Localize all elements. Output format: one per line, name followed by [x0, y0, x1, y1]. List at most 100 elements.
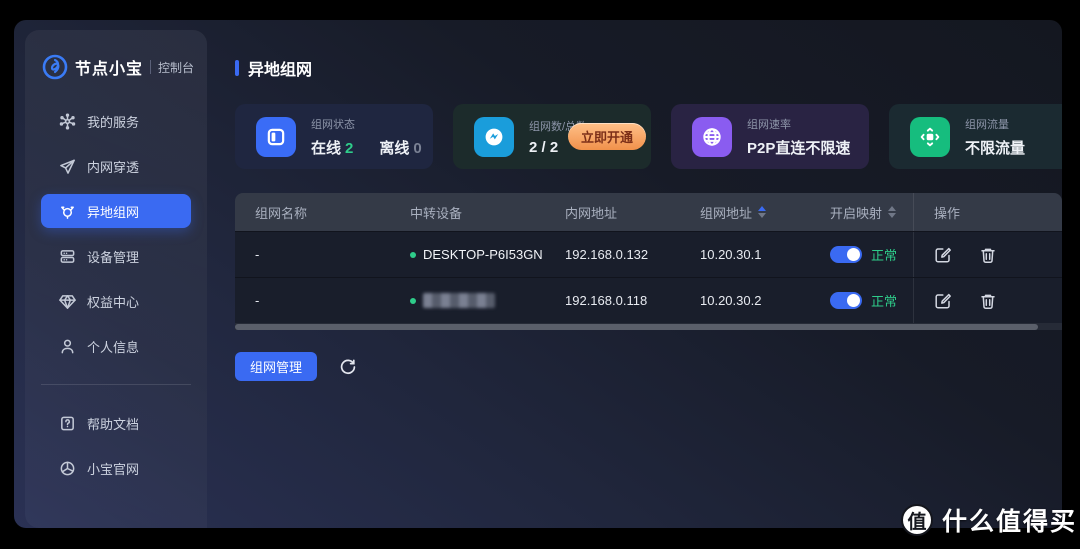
sidebar-item-personal-info[interactable]: 个人信息	[41, 329, 191, 363]
card-label: 组网状态	[311, 118, 355, 131]
cell-mapping: 正常	[810, 232, 913, 277]
help-doc-icon	[61, 416, 74, 430]
col-header-relay-device: 中转设备	[410, 205, 463, 221]
console-label: 控制台	[158, 60, 195, 75]
offline-count: 0	[413, 139, 422, 157]
col-header-network-address: 组网地址	[680, 193, 810, 231]
cell-mapping: 正常	[810, 278, 913, 323]
main-content: 异地组网 组网状态 在线 2 离线 0 组网数/总数 2 / 2 立即开通 组网…	[235, 20, 1062, 528]
network-table: 组网名称 中转设备 内网地址 组网地址 开启映射 操作 - DESKTOP-P6…	[235, 193, 1062, 330]
card-label: 组网速率	[747, 118, 791, 131]
brand-knot-logo-icon	[42, 54, 68, 80]
smzdm-logo-icon: 值	[901, 504, 933, 536]
manage-network-button[interactable]: 组网管理	[235, 352, 318, 381]
card-network-traffic: 组网流量 不限流量	[889, 104, 1062, 169]
col-header-actions: 操作	[913, 193, 1062, 231]
globe-speed-icon	[692, 116, 732, 157]
sidebar: 节点小宝 控制台 我的服务 内网穿透 异地组网 设备管理 权益中心 个人信息 帮…	[25, 30, 207, 528]
horizontal-scrollbar	[235, 323, 1062, 330]
server-stack-icon	[60, 249, 75, 263]
card-value: P2P直连不限速	[747, 139, 851, 157]
sidebar-item-label: 内网穿透	[87, 159, 140, 175]
online-label: 在线	[311, 139, 342, 157]
move-traffic-icon	[910, 116, 950, 157]
title-accent-bar	[235, 60, 239, 76]
card-network-speed: 组网速率 P2P直连不限速	[671, 104, 869, 169]
sidebar-item-label: 帮助文档	[87, 416, 140, 432]
brand-header: 节点小宝 控制台	[25, 30, 207, 80]
cell-actions	[913, 232, 1062, 277]
sort-control-mapping[interactable]	[888, 206, 897, 218]
delete-button[interactable]	[979, 246, 997, 264]
delete-button[interactable]	[979, 292, 997, 310]
sidebar-item-label: 个人信息	[87, 339, 140, 355]
sidebar-item-label: 设备管理	[87, 249, 140, 265]
redacted-device-name	[423, 293, 495, 308]
online-dot	[410, 251, 416, 258]
page-header: 异地组网	[235, 56, 1062, 80]
sidebar-item-intranet-tunnel[interactable]: 内网穿透	[41, 149, 191, 183]
device-name: DESKTOP-P6I53GN	[423, 247, 543, 262]
sidebar-item-benefits-center[interactable]: 权益中心	[41, 284, 191, 318]
table-actions: 组网管理	[235, 352, 1062, 381]
table-header-row: 组网名称 中转设备 内网地址 组网地址 开启映射 操作	[235, 193, 1062, 231]
app-window: 节点小宝 控制台 我的服务 内网穿透 异地组网 设备管理 权益中心 个人信息 帮…	[14, 20, 1062, 528]
col-header-lan-address: 内网地址	[565, 205, 618, 221]
edit-button[interactable]	[934, 246, 952, 264]
sidebar-item-official-site[interactable]: 小宝官网	[41, 451, 191, 485]
cell-network-address: 10.20.30.1	[700, 247, 762, 262]
stat-cards-row: 组网状态 在线 2 离线 0 组网数/总数 2 / 2 立即开通 组网速率 P2…	[235, 104, 1062, 169]
refresh-button[interactable]	[339, 358, 357, 376]
sidebar-divider	[41, 384, 191, 385]
mapping-status: 正常	[871, 248, 898, 263]
card-status-values: 在线 2 离线 0	[311, 137, 422, 158]
brand-divider	[150, 60, 152, 74]
cell-lan-address: 192.168.0.132	[565, 247, 649, 262]
trash-icon	[981, 294, 995, 309]
scrollbar-thumb[interactable]	[235, 323, 1038, 330]
status-panel-icon	[256, 116, 296, 157]
sidebar-item-label: 异地组网	[87, 204, 140, 220]
cell-relay-device	[390, 278, 545, 323]
smzdm-watermark: 值 什么值得买	[901, 502, 1077, 538]
edit-pencil-icon	[935, 247, 951, 263]
bolt-bubble-icon	[474, 116, 514, 157]
paper-plane-icon	[60, 159, 75, 174]
sidebar-item-label: 权益中心	[87, 294, 140, 310]
refresh-icon	[340, 359, 356, 374]
sort-control-network-address[interactable]	[758, 206, 767, 218]
diamond-icon	[59, 294, 76, 309]
cell-relay-device: DESKTOP-P6I53GN	[390, 232, 545, 277]
person-icon	[61, 339, 74, 353]
online-count: 2	[345, 139, 354, 157]
sidebar-item-label: 我的服务	[87, 114, 140, 130]
sidebar-nav: 我的服务 内网穿透 异地组网 设备管理 权益中心 个人信息 帮助文档 小宝官网	[25, 104, 207, 485]
sidebar-item-my-services[interactable]: 我的服务	[41, 104, 191, 138]
sidebar-item-label: 小宝官网	[87, 461, 140, 477]
services-hub-icon	[59, 112, 76, 130]
edit-button[interactable]	[934, 292, 952, 310]
col-header-network-name: 组网名称	[255, 205, 308, 221]
online-dot	[410, 297, 416, 304]
mapping-toggle[interactable]	[830, 246, 862, 263]
card-value: 不限流量	[965, 139, 1026, 157]
smzdm-watermark-text: 什么值得买	[942, 508, 1078, 536]
cell-network-name: -	[255, 247, 260, 262]
satellite-network-icon	[61, 205, 74, 219]
offline-label: 离线	[379, 139, 410, 157]
sidebar-item-help-docs[interactable]: 帮助文档	[41, 406, 191, 440]
cell-network-name: -	[255, 293, 260, 308]
col-header-mapping: 开启映射	[810, 193, 913, 231]
edit-pencil-icon	[935, 293, 951, 309]
card-network-count: 组网数/总数 2 / 2 立即开通	[453, 104, 651, 169]
activate-now-button[interactable]: 立即开通	[567, 123, 646, 150]
card-label: 组网流量	[965, 118, 1009, 131]
card-network-status: 组网状态 在线 2 离线 0	[235, 104, 433, 169]
brand-name: 节点小宝	[75, 61, 144, 78]
cell-network-address: 10.20.30.2	[700, 293, 762, 308]
table-row: - DESKTOP-P6I53GN 192.168.0.132 10.20.30…	[235, 231, 1062, 277]
mapping-toggle[interactable]	[830, 292, 862, 309]
sidebar-item-device-management[interactable]: 设备管理	[41, 239, 191, 273]
sidebar-item-remote-networking[interactable]: 异地组网	[41, 194, 191, 228]
globe-icon	[60, 461, 75, 475]
